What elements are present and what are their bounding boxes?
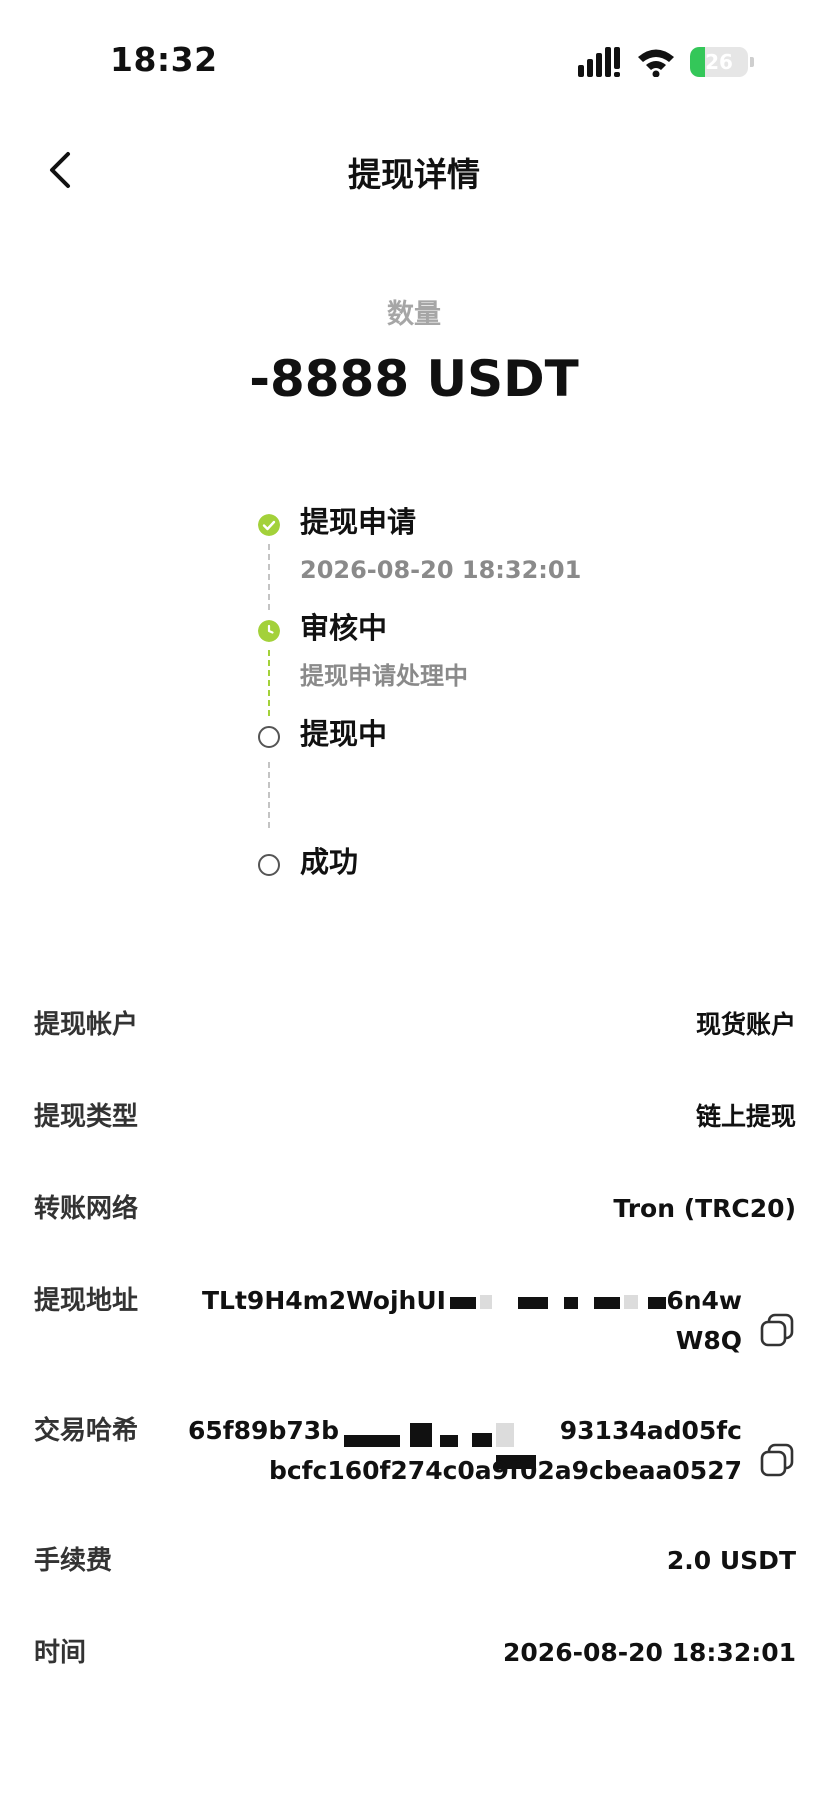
redaction-block [564, 1297, 578, 1309]
redaction-block [344, 1435, 400, 1447]
status-bar: 18:32 26 [0, 0, 828, 120]
detail-value: 链上提现 [695, 1102, 796, 1131]
page-title: 提现详情 [348, 155, 480, 194]
detail-label: 提现地址 [34, 1286, 139, 1316]
address-line1-start: TLt9H4m2WojhUI [202, 1286, 446, 1315]
nav-bar: 提现详情 [0, 130, 828, 210]
detail-label: 转账网络 [34, 1194, 139, 1224]
tx-hash-value[interactable]: 65f89b73b 93134ad05fc bcfc160f274c0a9f02… [182, 1411, 742, 1495]
address-line2: W8Q [675, 1326, 742, 1355]
timeline-connector [268, 762, 270, 828]
status-icons: 26 [578, 46, 754, 78]
step-title: 提现中 [300, 717, 388, 751]
redaction-block [440, 1435, 458, 1447]
detail-row-network: 转账网络 Tron (TRC20) [34, 1189, 796, 1239]
battery-level: 26 [705, 50, 733, 74]
detail-row-time: 时间 2026-08-20 18:32:01 [34, 1633, 796, 1683]
detail-label: 手续费 [34, 1546, 113, 1576]
redaction-block [480, 1295, 492, 1309]
tx-hash-line1-start: 65f89b73b [188, 1416, 340, 1445]
redaction-block [624, 1295, 638, 1309]
detail-value: 2.0 USDT [666, 1546, 796, 1575]
timeline-step-applied: 提现申请 2026-08-20 18:32:01 [258, 500, 778, 620]
detail-row-fee: 手续费 2.0 USDT [34, 1541, 796, 1591]
step-title: 提现申请 [300, 505, 417, 539]
clock-circle-icon [258, 620, 280, 642]
detail-label: 交易哈希 [34, 1416, 139, 1446]
detail-row-type: 提现类型 链上提现 [34, 1097, 796, 1147]
empty-circle-icon [258, 854, 280, 876]
copy-tx-hash-button[interactable] [758, 1441, 796, 1479]
step-title: 成功 [300, 845, 359, 879]
step-title: 审核中 [300, 611, 388, 645]
timeline-step-success: 成功 [258, 840, 778, 960]
detail-row-tx-hash: 交易哈希 65f89b73b 93134ad05fc bcfc160f274c0… [34, 1411, 796, 1511]
timeline-connector [268, 650, 270, 716]
detail-value: Tron (TRC20) [613, 1194, 796, 1223]
signal-icon [578, 47, 620, 77]
status-time: 18:32 [110, 40, 218, 79]
redaction-block [518, 1297, 548, 1309]
empty-circle-icon [258, 726, 280, 748]
amount-value: -8888 USDT [249, 350, 579, 408]
redaction-block [450, 1297, 476, 1309]
redaction-block [410, 1423, 432, 1447]
amount-label: 数量 [387, 299, 441, 330]
detail-label: 时间 [34, 1638, 87, 1668]
status-timeline: 提现申请 2026-08-20 18:32:01 审核中 提现申请处理中 提现中… [258, 500, 778, 980]
tx-hash-line1-end: 93134ad05fc [559, 1416, 742, 1445]
redaction-block [472, 1433, 492, 1447]
timeline-connector [268, 544, 270, 610]
battery-icon: 26 [690, 47, 754, 77]
copy-address-button[interactable] [758, 1311, 796, 1349]
timeline-step-reviewing: 审核中 提现申请处理中 [258, 606, 778, 726]
detail-value: 现货账户 [695, 1010, 796, 1039]
detail-row-address: 提现地址 TLt9H4m2WojhUI 6n4w W8Q [34, 1281, 796, 1381]
address-line1-end: 6n4w [666, 1286, 742, 1315]
timeline-step-withdrawing: 提现中 [258, 712, 778, 832]
detail-label: 提现类型 [34, 1102, 139, 1132]
redaction-block [594, 1297, 620, 1309]
check-circle-icon [258, 514, 280, 536]
redaction-block [648, 1297, 666, 1309]
address-value[interactable]: TLt9H4m2WojhUI 6n4w W8Q [202, 1281, 742, 1365]
tx-hash-line2: bcfc160f274c0a9f02a9cbeaa0527 [268, 1456, 742, 1485]
detail-label: 提现帐户 [34, 1010, 139, 1040]
wifi-icon [638, 49, 674, 77]
detail-row-account: 提现帐户 现货账户 [34, 1005, 796, 1055]
redaction-block [496, 1423, 514, 1447]
step-subtitle: 2026-08-20 18:32:01 [300, 556, 582, 584]
detail-value: 2026-08-20 18:32:01 [503, 1638, 796, 1667]
step-subtitle: 提现申请处理中 [300, 662, 468, 690]
